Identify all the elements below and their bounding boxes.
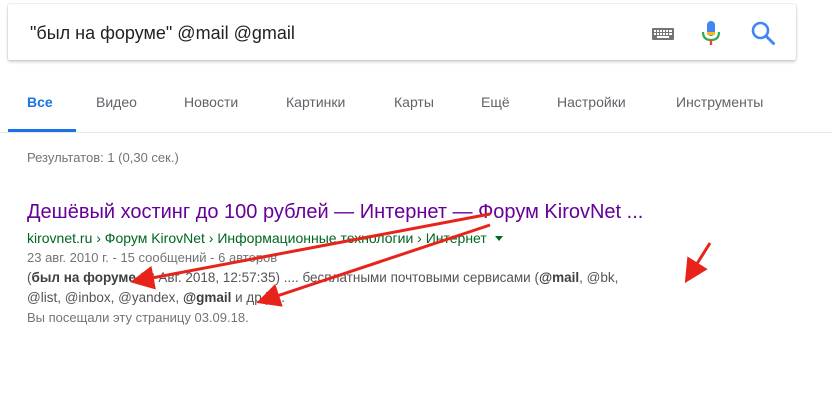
snippet-highlight: @mail xyxy=(538,270,580,285)
tab-news[interactable]: Новости xyxy=(184,94,238,110)
result-snippet: (был на форуме 08 Авг. 2018, 12:57:35) .… xyxy=(27,268,807,308)
snippet-highlight: был на форуме xyxy=(31,270,136,285)
tab-tools[interactable]: Инструменты xyxy=(676,94,763,110)
result-meta: 23 авг. 2010 г. - 15 сообщений - 6 автор… xyxy=(27,250,278,265)
keyboard-icon[interactable] xyxy=(648,18,678,48)
tab-more[interactable]: Ещё xyxy=(481,94,510,110)
result-breadcrumb: kirovnet.ru › Форум KirovNet › Информаци… xyxy=(27,228,807,248)
mic-icon[interactable] xyxy=(696,18,726,48)
search-box[interactable] xyxy=(8,4,796,60)
snippet-highlight: @gmail xyxy=(182,290,232,305)
tab-images[interactable]: Картинки xyxy=(286,94,345,110)
tab-maps[interactable]: Карты xyxy=(394,94,434,110)
search-input[interactable] xyxy=(30,19,630,47)
search-results-page: Все Видео Новости Картинки Карты Ещё Нас… xyxy=(0,0,832,406)
search-icon[interactable] xyxy=(748,18,778,48)
tab-all[interactable]: Все xyxy=(27,94,53,110)
search-result: Дешёвый хостинг до 100 рублей — Интернет… xyxy=(27,196,807,328)
visited-note: Вы посещали эту страницу 03.09.18. xyxy=(27,310,249,325)
result-url[interactable]: kirovnet.ru › Форум KirovNet › Информаци… xyxy=(27,230,487,246)
active-tab-indicator xyxy=(8,129,76,132)
caret-down-icon[interactable] xyxy=(494,236,503,241)
snippet-line-2: @list, @inbox, @yandex, @gmail и др.) ..… xyxy=(27,290,286,305)
result-stats: Результатов: 1 (0,30 сек.) xyxy=(27,150,179,165)
tab-settings[interactable]: Настройки xyxy=(557,94,626,110)
snippet-line-1: (был на форуме 08 Авг. 2018, 12:57:35) .… xyxy=(27,270,619,285)
search-tabs: Все Видео Новости Картинки Карты Ещё Нас… xyxy=(0,82,832,133)
tab-video[interactable]: Видео xyxy=(96,94,137,110)
result-title-link[interactable]: Дешёвый хостинг до 100 рублей — Интернет… xyxy=(27,196,807,228)
